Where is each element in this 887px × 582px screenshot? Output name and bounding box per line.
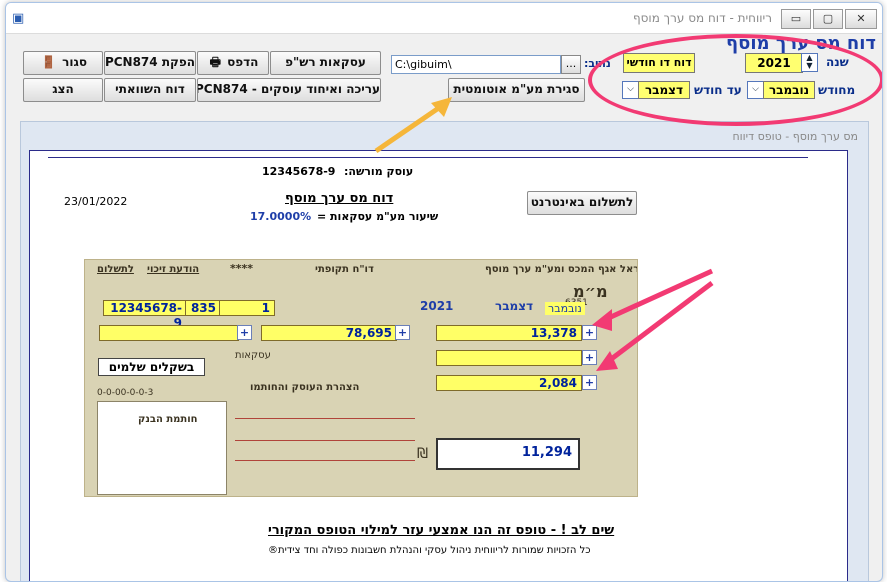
orange-arrow xyxy=(374,100,448,154)
main-window: ▣ ריווחית - דוח מס ערך מוסף ▭ ▢ ✕ סגור 🚪… xyxy=(5,2,883,582)
annotation-arrows xyxy=(374,97,714,371)
pink-arrowhead-upper xyxy=(592,309,612,331)
